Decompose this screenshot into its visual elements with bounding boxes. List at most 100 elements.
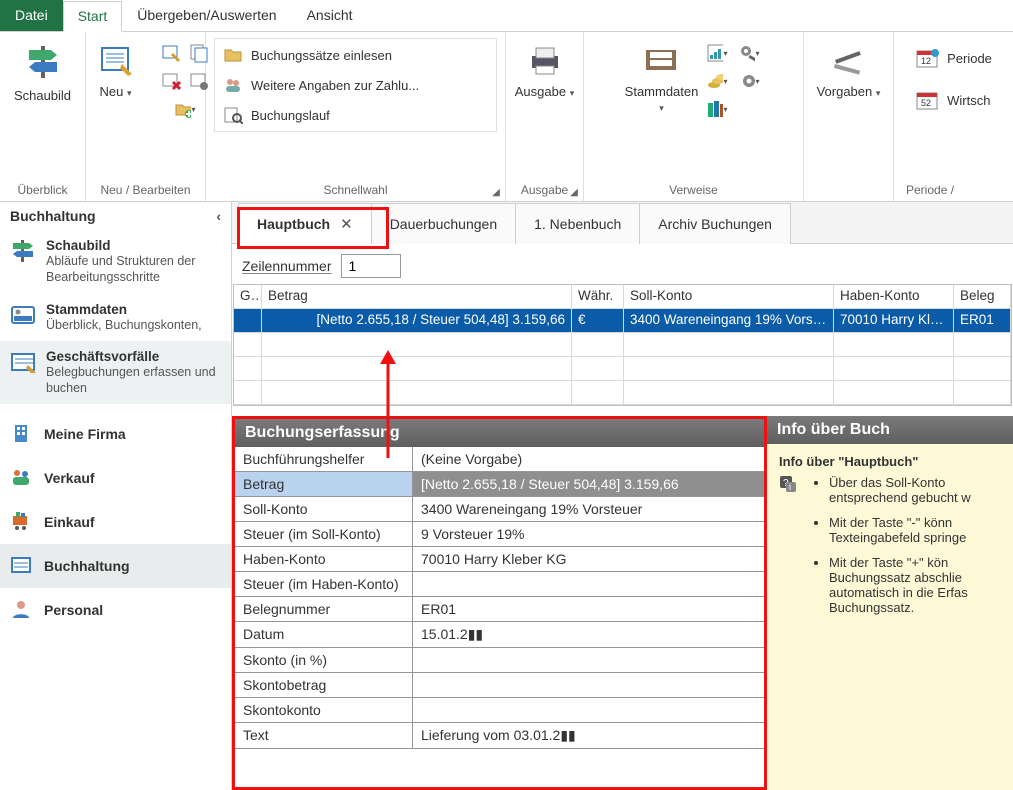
entry-row[interactable]: Skontobetrag xyxy=(235,673,764,698)
col-wahr[interactable]: Währ. xyxy=(572,285,624,308)
tab-neben[interactable]: 1. Nebenbuch xyxy=(515,203,640,244)
entry-value[interactable]: 70010 Harry Kleber KG xyxy=(413,547,764,571)
info-bullet: Mit der Taste "-" könn Texteingabefeld s… xyxy=(829,515,1005,545)
overview-button[interactable]: Schaubild xyxy=(9,38,77,107)
nav-meine-firma[interactable]: Meine Firma xyxy=(0,412,231,456)
quick-run[interactable]: Buchungslauf xyxy=(221,103,490,127)
nav-stammdaten-title: Stammdaten xyxy=(46,302,202,317)
menu-handover[interactable]: Übergeben/Auswerten xyxy=(122,0,291,31)
nav-buchhaltung[interactable]: Buchhaltung xyxy=(0,544,231,588)
money-icon[interactable]: ▾ xyxy=(706,70,728,92)
tab-archiv[interactable]: Archiv Buchungen xyxy=(639,203,791,244)
group-label-overview: Überblick xyxy=(8,179,77,199)
entry-row[interactable]: Buchführungshelfer(Keine Vorgabe) xyxy=(235,447,764,472)
entry-row[interactable]: Haben-Konto70010 Harry Kleber KG xyxy=(235,547,764,572)
info-subtitle: Info über "Hauptbuch" xyxy=(779,454,1005,469)
grid-row-1[interactable]: [Netto 2.655,18 / Steuer 504,48] 3.159,6… xyxy=(234,309,1011,333)
master-label: Stammdaten ▾ xyxy=(625,84,699,114)
output-button[interactable]: Ausgabe ▾ xyxy=(511,38,579,103)
entry-row[interactable]: Steuer (im Soll-Konto)9 Vorsteuer 19% xyxy=(235,522,764,547)
entry-value[interactable]: 9 Vorsteuer 19% xyxy=(413,522,764,546)
entry-value[interactable]: (Keine Vorgabe) xyxy=(413,447,764,471)
entry-label: Steuer (im Soll-Konto) xyxy=(235,522,413,546)
nav-stammdaten[interactable]: Stammdaten Überblick, Buchungskonten, xyxy=(0,294,231,341)
entry-value[interactable] xyxy=(413,572,764,596)
entry-value[interactable] xyxy=(413,673,764,697)
quick-import-label: Buchungssätze einlesen xyxy=(251,48,392,63)
nav-firma-label: Meine Firma xyxy=(44,426,126,442)
nav-gv-desc: Belegbuchungen erfassen und buchen xyxy=(46,364,221,397)
entry-panel: Buchungserfassung Buchführungshelfer(Kei… xyxy=(232,416,767,790)
defaults-label: Vorgaben ▾ xyxy=(817,84,881,99)
menu-start[interactable]: Start xyxy=(63,1,123,32)
folder-add-icon[interactable]: ▾ xyxy=(174,98,196,120)
menu-file[interactable]: Datei xyxy=(0,0,63,31)
entry-value[interactable] xyxy=(413,648,764,672)
quick-import[interactable]: Buchungssätze einlesen xyxy=(221,43,490,67)
nav-schaubild[interactable]: Schaubild Abläufe und Strukturen der Bea… xyxy=(0,230,231,294)
entry-row[interactable]: BelegnummerER01 xyxy=(235,597,764,622)
entry-row[interactable]: Soll-Konto3400 Wareneingang 19% Vorsteue… xyxy=(235,497,764,522)
quick-dialog-launcher[interactable]: ◢ xyxy=(489,185,503,199)
fiscal-button[interactable]: 52 Wirtsch xyxy=(913,86,992,114)
gear-wrench-icon[interactable]: ▾ xyxy=(738,42,760,64)
nav-einkauf[interactable]: Einkauf xyxy=(0,500,231,544)
gear-icon[interactable]: ▾ xyxy=(738,70,760,92)
col-gb[interactable]: Gb xyxy=(234,285,262,308)
line-number-row: Zeilennummer xyxy=(232,244,1013,284)
cabinet-icon xyxy=(642,42,682,78)
booking-grid[interactable]: Gb Betrag Währ. Soll-Konto Haben-Konto B… xyxy=(233,284,1012,406)
line-number-input[interactable] xyxy=(341,254,401,278)
report-icon[interactable]: ▾ xyxy=(706,42,728,64)
tab-hauptbuch-label: Hauptbuch xyxy=(257,216,330,232)
new-button[interactable]: Neu ▾ xyxy=(82,38,150,103)
period-button[interactable]: 12 Periode xyxy=(913,44,994,72)
card-icon xyxy=(10,302,36,328)
entry-value[interactable]: [Netto 2.655,18 / Steuer 504,48] 3.159,6… xyxy=(413,472,764,496)
menu-view[interactable]: Ansicht xyxy=(292,0,368,31)
line-number-label: Zeilennummer xyxy=(242,258,331,274)
nav-geschaeftsvorfaelle[interactable]: Geschäftsvorfälle Belegbuchungen erfasse… xyxy=(0,341,231,405)
tab-dauer[interactable]: Dauerbuchungen xyxy=(371,203,516,244)
grid-row-empty[interactable] xyxy=(234,357,1011,381)
tab-hauptbuch[interactable]: Hauptbuch ✕ xyxy=(238,203,372,244)
defaults-button[interactable]: Vorgaben ▾ xyxy=(815,38,883,103)
ribbon-group-quick: Buchungssätze einlesen Weitere Angaben z… xyxy=(206,32,506,201)
entry-value[interactable]: 3400 Wareneingang 19% Vorsteuer xyxy=(413,497,764,521)
entry-row[interactable]: Skontokonto xyxy=(235,698,764,723)
entry-panel-title: Buchungserfassung xyxy=(235,419,764,447)
ledger-small-icon xyxy=(10,554,34,578)
output-label: Ausgabe ▾ xyxy=(515,84,574,99)
nav-verkauf[interactable]: Verkauf xyxy=(0,456,231,500)
entry-value[interactable]: ER01 xyxy=(413,597,764,621)
entry-value[interactable] xyxy=(413,698,764,722)
entry-row[interactable]: Skonto (in %) xyxy=(235,648,764,673)
nav-personal[interactable]: Personal xyxy=(0,588,231,632)
books-icon[interactable]: ▾ xyxy=(706,98,728,120)
overview-label: Schaubild xyxy=(14,88,71,103)
col-haben[interactable]: Haben-Konto xyxy=(834,285,954,308)
ribbon-group-period: 12 Periode 52 Wirtsch Periode / xyxy=(894,32,1013,201)
master-button[interactable]: Stammdaten ▾ xyxy=(628,38,696,118)
output-dialog-launcher[interactable]: ◢ xyxy=(567,185,581,199)
col-beleg[interactable]: Beleg xyxy=(954,285,1011,308)
doc-edit-icon[interactable] xyxy=(160,42,182,64)
people-sell-icon xyxy=(10,466,34,490)
doc-delete-icon[interactable] xyxy=(160,70,182,92)
entry-row[interactable]: Steuer (im Haben-Konto) xyxy=(235,572,764,597)
entry-value[interactable]: Lieferung vom 03.01.2▮▮ xyxy=(413,723,764,748)
col-soll[interactable]: Soll-Konto xyxy=(624,285,834,308)
entry-row[interactable]: Betrag[Netto 2.655,18 / Steuer 504,48] 3… xyxy=(235,472,764,497)
person-icon xyxy=(10,598,34,622)
entry-row[interactable]: Datum15.01.2▮▮ xyxy=(235,622,764,648)
grid-row-empty[interactable] xyxy=(234,381,1011,405)
building-icon xyxy=(10,422,34,446)
grid-row-empty[interactable] xyxy=(234,333,1011,357)
tab-hauptbuch-close[interactable]: ✕ xyxy=(340,215,353,233)
sidebar-collapse[interactable]: ‹ xyxy=(216,208,221,224)
quick-payment[interactable]: Weitere Angaben zur Zahlu... xyxy=(221,73,490,97)
entry-value[interactable]: 15.01.2▮▮ xyxy=(413,622,764,647)
col-betrag[interactable]: Betrag xyxy=(262,285,572,308)
ribbon-group-edit: Neu ▾ ▾ Neu / Bearbeiten xyxy=(86,32,206,201)
entry-row[interactable]: TextLieferung vom 03.01.2▮▮ xyxy=(235,723,764,749)
